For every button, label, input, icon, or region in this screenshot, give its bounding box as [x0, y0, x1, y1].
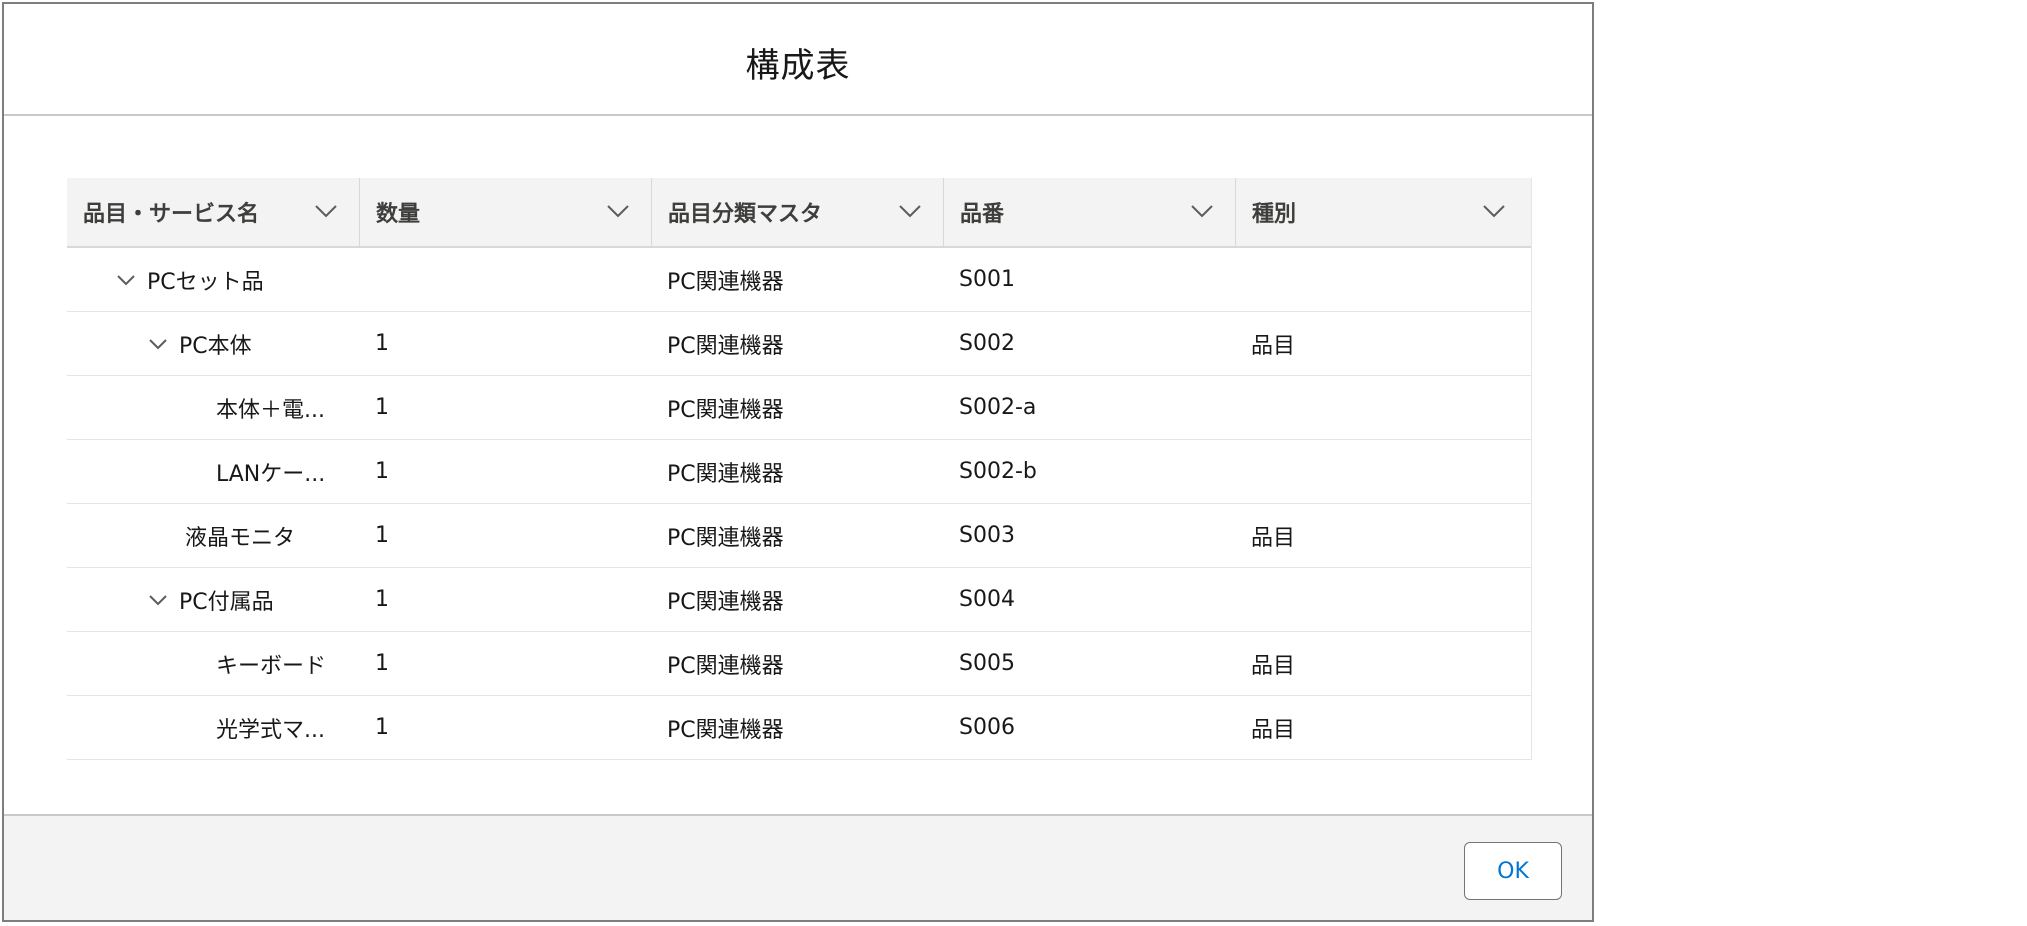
- item-name-text: 本体＋電...: [216, 397, 325, 423]
- item-name-text: PCセット品: [147, 269, 264, 295]
- cell-part-number: S003: [959, 523, 1015, 548]
- cell-type: 品目: [1251, 525, 1296, 551]
- cell-quantity: 1: [375, 459, 389, 484]
- cell-type: [1235, 376, 1527, 439]
- cell-quantity: 1: [375, 523, 389, 548]
- cell-type: 品目: [1251, 333, 1296, 359]
- cell-part-number: S002-b: [959, 459, 1037, 484]
- column-header-item-name[interactable]: 品目・サービス名: [67, 178, 359, 246]
- tree-row[interactable]: PC付属品 1 PC関連機器 S004: [67, 568, 1531, 632]
- cell-category: PC関連機器: [667, 525, 784, 551]
- cell-category: PC関連機器: [667, 589, 784, 615]
- dialog-title: 構成表: [745, 46, 851, 86]
- cell-quantity: 1: [375, 715, 389, 740]
- cell-category: PC関連機器: [667, 333, 784, 359]
- cell-part-number: S005: [959, 651, 1015, 676]
- cell-item-name: キーボード: [67, 632, 359, 695]
- item-name-text: 液晶モニタ: [185, 525, 296, 551]
- column-header-type[interactable]: 種別: [1235, 178, 1527, 246]
- item-name-text: PC付属品: [179, 589, 274, 615]
- chevron-down-icon[interactable]: [313, 202, 339, 220]
- item-name-text: LANケー...: [216, 461, 326, 487]
- cell-part-number: S006: [959, 715, 1015, 740]
- cell-type: [1235, 248, 1527, 311]
- cell-type: 品目: [1251, 653, 1296, 679]
- cell-part-number: S004: [959, 587, 1015, 612]
- column-header-quantity[interactable]: 数量: [359, 178, 651, 246]
- cell-item-name: PC付属品: [67, 568, 359, 631]
- cell-part-number: S001: [959, 267, 1015, 292]
- ok-button[interactable]: OK: [1464, 842, 1562, 900]
- chevron-down-icon[interactable]: [897, 202, 923, 220]
- cell-type: [1235, 568, 1527, 631]
- tree-row[interactable]: LANケー... 1 PC関連機器 S002-b: [67, 440, 1531, 504]
- dialog-header: 構成表: [4, 4, 1592, 116]
- column-label: 品番: [960, 202, 1005, 227]
- dialog-footer: OK: [4, 814, 1592, 920]
- tree-grid: 品目・サービス名 数量 品目分類マスタ 品番 種別 PCセット品 PC関連機器 S0…: [67, 178, 1532, 760]
- cell-type: 品目: [1251, 717, 1296, 743]
- composition-dialog: 構成表 品目・サービス名 数量 品目分類マスタ 品番 種別 PCセット品 PC関…: [2, 2, 1594, 922]
- cell-part-number: S002: [959, 331, 1015, 356]
- column-label: 品目分類マスタ: [668, 202, 823, 227]
- tree-row[interactable]: 本体＋電... 1 PC関連機器 S002-a: [67, 376, 1531, 440]
- chevron-down-icon[interactable]: [605, 202, 631, 220]
- chevron-down-icon[interactable]: [1481, 202, 1507, 220]
- cell-item-name: 液晶モニタ: [67, 504, 359, 567]
- grid-body: PCセット品 PC関連機器 S001 PC本体 1 PC関連機器 S002 品目 本体＋電...…: [67, 248, 1531, 760]
- cell-item-name: LANケー...: [67, 440, 359, 503]
- chevron-down-icon[interactable]: [1189, 202, 1215, 220]
- grid-header: 品目・サービス名 数量 品目分類マスタ 品番 種別: [67, 178, 1531, 248]
- item-name-text: 光学式マ...: [216, 717, 325, 743]
- column-label: 数量: [376, 202, 421, 227]
- cell-item-name: PCセット品: [67, 248, 359, 311]
- tree-row[interactable]: 液晶モニタ 1 PC関連機器 S003 品目: [67, 504, 1531, 568]
- cell-quantity: 1: [375, 331, 389, 356]
- cell-quantity: 1: [375, 587, 389, 612]
- cell-part-number: S002-a: [959, 395, 1037, 420]
- column-header-category[interactable]: 品目分類マスタ: [651, 178, 943, 246]
- item-name-text: PC本体: [179, 333, 252, 359]
- chevron-down-icon[interactable]: [147, 337, 169, 351]
- item-name-text: キーボード: [216, 653, 327, 679]
- tree-row[interactable]: キーボード 1 PC関連機器 S005 品目: [67, 632, 1531, 696]
- cell-category: PC関連機器: [667, 397, 784, 423]
- chevron-down-icon[interactable]: [115, 273, 137, 287]
- cell-category: PC関連機器: [667, 461, 784, 487]
- cell-category: PC関連機器: [667, 717, 784, 743]
- cell-item-name: 光学式マ...: [67, 696, 359, 759]
- tree-row[interactable]: PCセット品 PC関連機器 S001: [67, 248, 1531, 312]
- cell-quantity: 1: [375, 651, 389, 676]
- column-label: 品目・サービス名: [83, 202, 260, 227]
- cell-quantity: 1: [375, 395, 389, 420]
- column-header-part-number[interactable]: 品番: [943, 178, 1235, 246]
- cell-quantity: [359, 248, 651, 311]
- cell-type: [1235, 440, 1527, 503]
- tree-row[interactable]: 光学式マ... 1 PC関連機器 S006 品目: [67, 696, 1531, 760]
- cell-category: PC関連機器: [667, 653, 784, 679]
- cell-item-name: PC本体: [67, 312, 359, 375]
- chevron-down-icon[interactable]: [147, 593, 169, 607]
- cell-category: PC関連機器: [667, 269, 784, 295]
- cell-item-name: 本体＋電...: [67, 376, 359, 439]
- tree-row[interactable]: PC本体 1 PC関連機器 S002 品目: [67, 312, 1531, 376]
- column-label: 種別: [1252, 202, 1297, 227]
